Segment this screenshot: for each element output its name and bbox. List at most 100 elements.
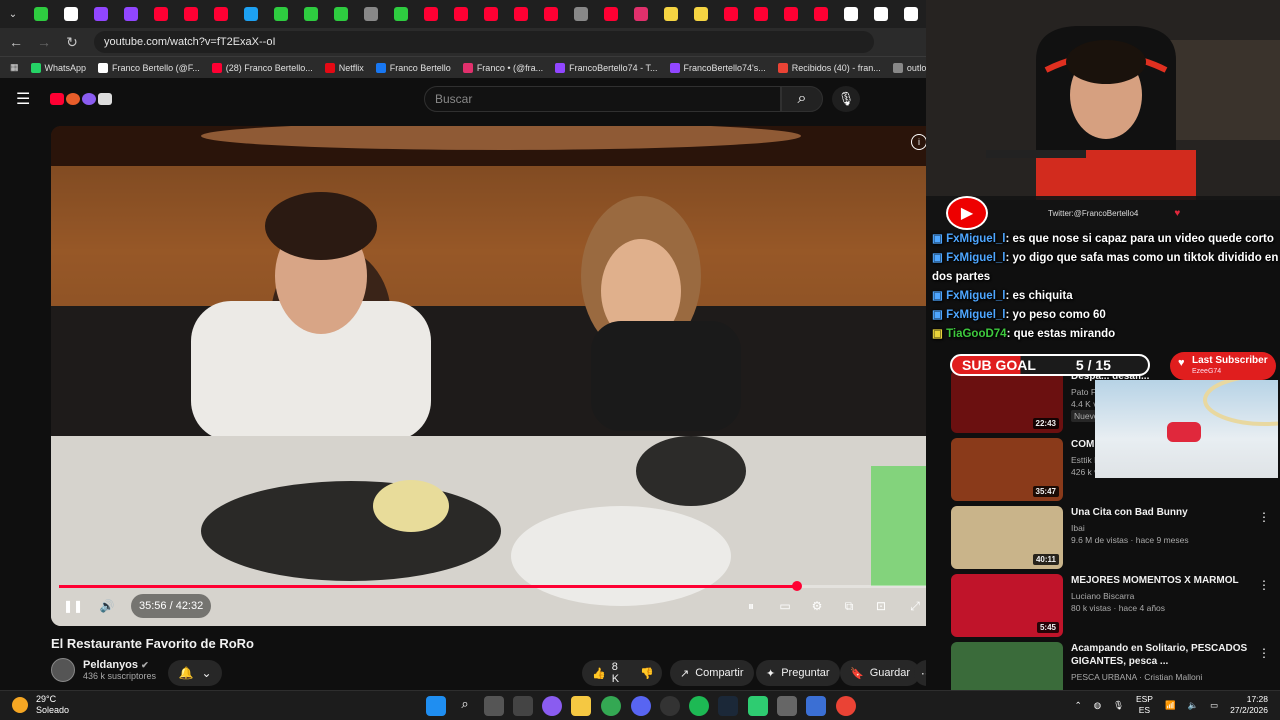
- bookmark-item[interactable]: (28) Franco Bertello...: [206, 62, 319, 73]
- bookmark-item[interactable]: Franco • (@fra...: [457, 62, 549, 73]
- recommendation-title[interactable]: Acampando en Solitario, PESCADOS GIGANTE…: [1071, 642, 1276, 668]
- speaker-icon[interactable]: 🔈: [1188, 700, 1199, 711]
- recommendation-thumbnail[interactable]: [951, 642, 1063, 690]
- mic-tray-icon[interactable]: 🎙: [1113, 700, 1124, 711]
- recommendation-thumbnail[interactable]: 5:45: [951, 574, 1063, 637]
- channel-name[interactable]: Peldanyos ✔: [83, 659, 156, 671]
- url-input[interactable]: youtube.com/watch?v=fT2ExaX--oI: [94, 31, 874, 53]
- browser-tab[interactable]: [746, 0, 776, 28]
- recommendation-thumbnail[interactable]: 40:11: [951, 506, 1063, 569]
- browser-tab[interactable]: [686, 0, 716, 28]
- recommendation-channel[interactable]: Luciano Biscarra: [1071, 590, 1276, 602]
- start-icon[interactable]: [426, 696, 446, 716]
- mic-icon[interactable]: 🎙: [832, 86, 860, 112]
- progress-scrubber[interactable]: [791, 581, 802, 591]
- browser-tab[interactable]: [266, 0, 296, 28]
- browser-tab[interactable]: [476, 0, 506, 28]
- app-green-icon[interactable]: [748, 696, 768, 716]
- recommendation-item[interactable]: Acampando en Solitario, PESCADOS GIGANTE…: [951, 642, 1276, 690]
- app-gear-icon[interactable]: [777, 696, 797, 716]
- browser-tab[interactable]: [566, 0, 596, 28]
- browser-tab[interactable]: [26, 0, 56, 28]
- browser-tab[interactable]: [206, 0, 236, 28]
- chevron-up-icon[interactable]: ⌃: [1075, 700, 1082, 711]
- file-explorer-icon[interactable]: [571, 696, 591, 716]
- ask-button[interactable]: ✦ Preguntar: [756, 660, 840, 686]
- browser-tab[interactable]: [116, 0, 146, 28]
- browser-tab[interactable]: [626, 0, 656, 28]
- recommendation-item[interactable]: 40:11 Una Cita con Bad Bunny Ibai 9.6 M de …: [951, 506, 1276, 570]
- browser-tab[interactable]: [386, 0, 416, 28]
- browser-tab[interactable]: [536, 0, 566, 28]
- volume-icon[interactable]: 🔊: [95, 594, 119, 618]
- browser-tab[interactable]: [896, 0, 926, 28]
- more-options-icon[interactable]: ⋮: [1258, 646, 1270, 660]
- browser-tab[interactable]: [146, 0, 176, 28]
- bookmark-item[interactable]: WhatsApp: [25, 62, 93, 73]
- bookmark-item[interactable]: outlook: [887, 62, 926, 73]
- captions-icon[interactable]: ▭: [773, 594, 797, 618]
- youtube-logo[interactable]: [50, 93, 112, 105]
- browser-tab[interactable]: [56, 0, 86, 28]
- apps-icon[interactable]: ▦: [4, 62, 25, 73]
- chrome-alt-icon[interactable]: [836, 696, 856, 716]
- browser-tab[interactable]: [86, 0, 116, 28]
- browser-tab[interactable]: [446, 0, 476, 28]
- like-button[interactable]: 👍 8 K: [582, 660, 634, 686]
- save-button[interactable]: 🔖 Guardar: [840, 660, 921, 686]
- bookmark-item[interactable]: Netflix: [319, 62, 370, 73]
- chrome-icon[interactable]: [601, 696, 621, 716]
- bookmark-item[interactable]: Franco Bertello (@F...: [92, 62, 206, 73]
- menu-icon[interactable]: ☰: [16, 89, 32, 109]
- app-purple-icon[interactable]: [542, 696, 562, 716]
- browser-tab[interactable]: [506, 0, 536, 28]
- discord-icon[interactable]: [631, 696, 651, 716]
- bookmark-item[interactable]: Recibidos (40) - fran...: [772, 62, 887, 73]
- search-button[interactable]: ⌕: [781, 86, 823, 112]
- browser-tab[interactable]: [656, 0, 686, 28]
- pause-button[interactable]: ❚❚: [61, 594, 85, 618]
- browser-tab[interactable]: [716, 0, 746, 28]
- spotify-icon[interactable]: [689, 696, 709, 716]
- browser-tab[interactable]: [596, 0, 626, 28]
- task-view-icon[interactable]: [484, 696, 504, 716]
- more-options-icon[interactable]: ⋮: [1258, 578, 1270, 592]
- browser-tab[interactable]: [776, 0, 806, 28]
- recommendation-title[interactable]: Una Cita con Bad Bunny: [1071, 506, 1276, 519]
- browser-tab[interactable]: [296, 0, 326, 28]
- network-icon[interactable]: ◍: [1094, 700, 1101, 711]
- weather-widget[interactable]: 29°C Soleado: [12, 694, 69, 716]
- notification-bell-button[interactable]: 🔔 ⌄: [168, 660, 222, 686]
- cast-icon[interactable]: ⊡: [869, 594, 893, 618]
- recommendation-title[interactable]: MEJORES MOMENTOS X MARMOL: [1071, 574, 1276, 587]
- language-indicator[interactable]: ESP ES: [1136, 694, 1153, 716]
- steam-icon[interactable]: [718, 696, 738, 716]
- settings-icon[interactable]: ⚙: [805, 594, 829, 618]
- recommendation-channel[interactable]: PESCA URBANA · Cristian Malloni: [1071, 671, 1276, 683]
- fullscreen-icon[interactable]: ⤢: [903, 594, 927, 618]
- recommendation-thumbnail[interactable]: 35:47: [951, 438, 1063, 501]
- bookmark-item[interactable]: FrancoBertello74's...: [664, 62, 772, 73]
- back-icon[interactable]: ←: [4, 30, 28, 54]
- tab-list-button[interactable]: ⌄: [0, 0, 26, 28]
- clock[interactable]: 17:28 27/2/2026: [1230, 694, 1268, 716]
- search-input[interactable]: Buscar: [424, 86, 781, 112]
- channel-avatar[interactable]: [51, 658, 75, 682]
- recommendation-channel[interactable]: Ibai: [1071, 522, 1276, 534]
- store-icon[interactable]: [513, 696, 533, 716]
- browser-tab[interactable]: [356, 0, 386, 28]
- battery-icon[interactable]: ▭: [1210, 700, 1218, 711]
- browser-tab[interactable]: [866, 0, 896, 28]
- recommendation-item[interactable]: 5:45 MEJORES MOMENTOS X MARMOL Luciano Bis…: [951, 574, 1276, 638]
- miniplayer-icon[interactable]: ⧉: [837, 594, 861, 618]
- progress-bar[interactable]: [59, 581, 932, 591]
- browser-tab[interactable]: [836, 0, 866, 28]
- bookmark-item[interactable]: FrancoBertello74 - T...: [549, 62, 663, 73]
- browser-tab[interactable]: [416, 0, 446, 28]
- browser-tab[interactable]: [326, 0, 356, 28]
- dislike-button[interactable]: 👎: [634, 660, 662, 686]
- search-icon[interactable]: ⌕: [455, 696, 475, 716]
- autoplay-toggle[interactable]: ⏸: [739, 594, 763, 618]
- share-button[interactable]: ↗ Compartir: [670, 660, 754, 686]
- more-options-icon[interactable]: ⋮: [1258, 510, 1270, 524]
